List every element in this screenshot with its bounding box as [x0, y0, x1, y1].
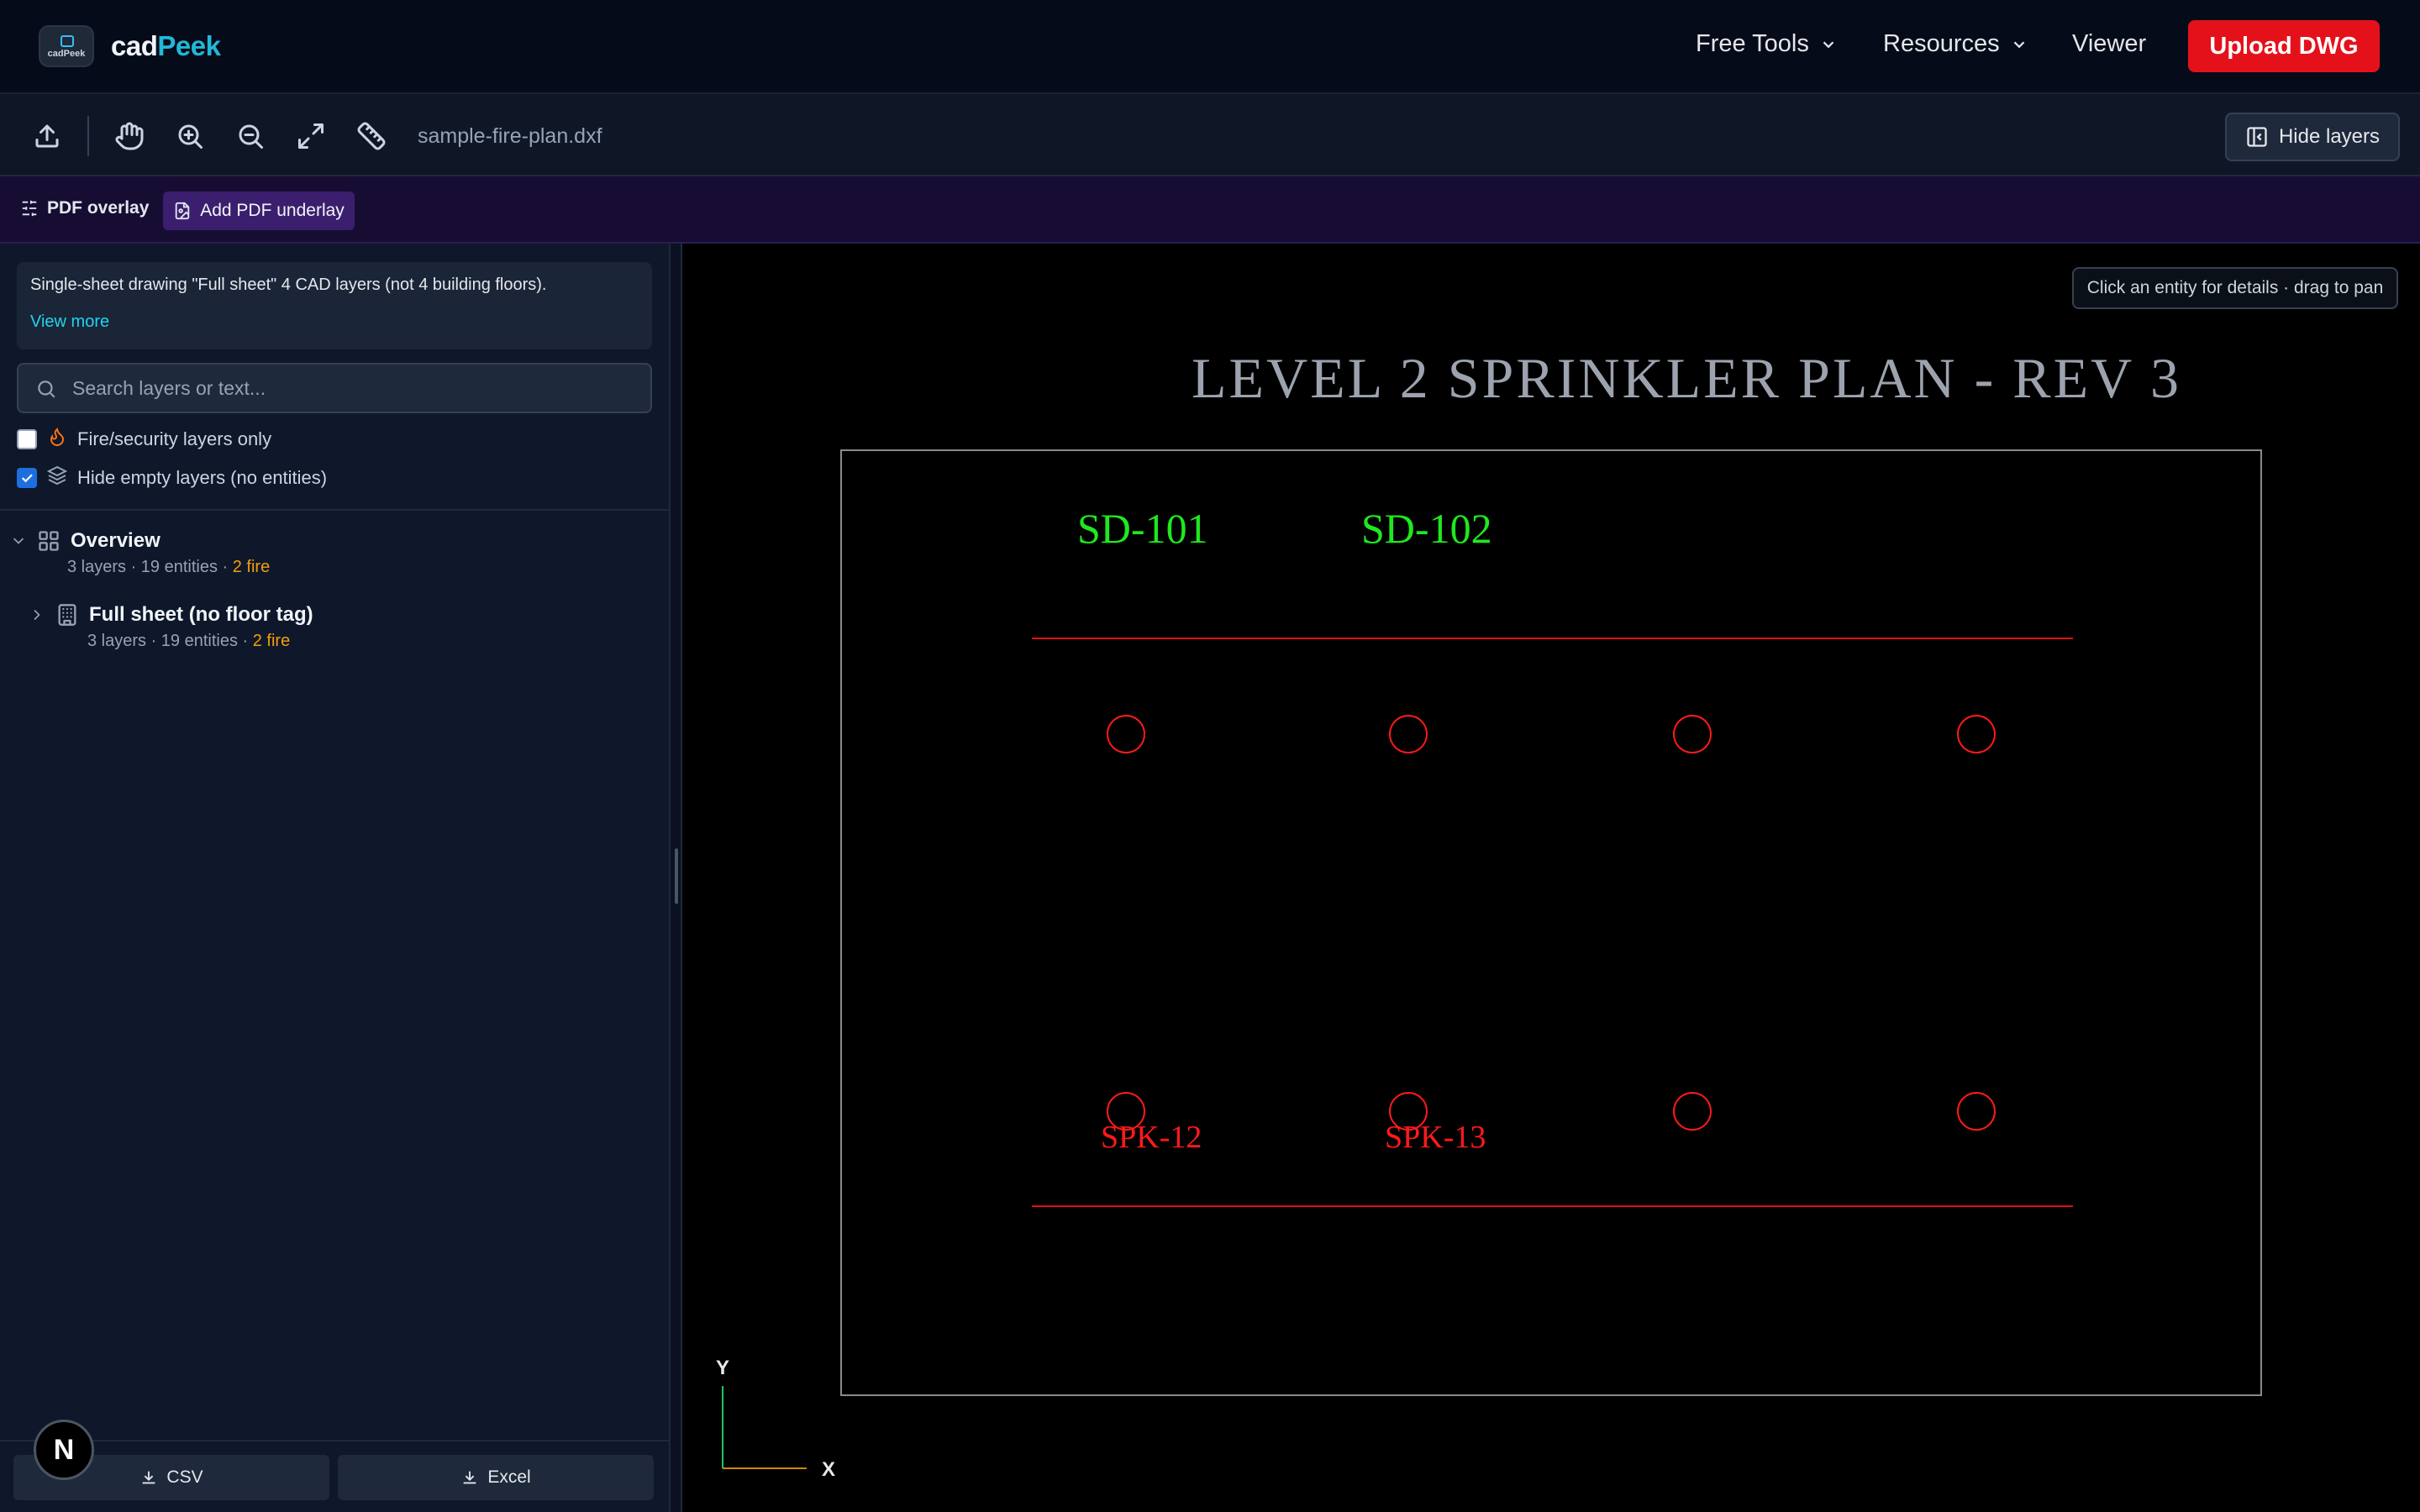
sprinkler-label[interactable]: SPK-13	[1385, 1120, 1486, 1155]
cad-canvas[interactable]: Click an entity for details · drag to pa…	[682, 244, 2420, 1512]
fit-expand-icon[interactable]	[296, 121, 326, 151]
tree-item-meta: 3 layers · 19 entities · 2 fire	[67, 558, 271, 576]
sidebar-resize-handle[interactable]	[669, 244, 682, 1512]
tree-item-full-sheet[interactable]: Full sheet (no floor tag)	[29, 603, 313, 627]
drawing-title[interactable]: LEVEL 2 SPRINKLER PLAN - REV 3	[1192, 346, 2181, 410]
add-pdf-underlay-button[interactable]: Add PDF underlay	[163, 192, 355, 230]
axis-x-label: X	[822, 1458, 835, 1481]
upload-icon[interactable]	[32, 121, 62, 151]
layers-icon	[46, 465, 68, 491]
viewer-toolbar: sample-fire-plan.dxf Hide layers	[0, 94, 2420, 176]
download-icon	[143, 1471, 155, 1484]
fire-filter-checkbox[interactable]	[17, 429, 37, 449]
axis-y-label: Y	[716, 1357, 729, 1379]
zoom-in-icon[interactable]	[175, 121, 205, 151]
hide-empty-label: Hide empty layers (no entities)	[77, 467, 328, 488]
sprinkler-head[interactable]	[1957, 715, 1996, 753]
top-navigation: cadPeek cadPeek Free Tools Resources Vie…	[0, 0, 2420, 94]
view-more-link[interactable]: View more	[30, 312, 109, 332]
sprinkler-head[interactable]	[1673, 1092, 1712, 1131]
hide-layers-button[interactable]: Hide layers	[2225, 113, 2400, 161]
tree-item-overview[interactable]: Overview	[10, 529, 160, 553]
sprinkler-head[interactable]	[1673, 715, 1712, 753]
nav-free-tools[interactable]: Free Tools	[1696, 30, 1838, 58]
nav-resources[interactable]: Resources	[1883, 30, 2028, 58]
panel-collapse-icon	[2247, 127, 2267, 147]
zoom-out-icon[interactable]	[235, 121, 266, 151]
sliders-icon	[22, 200, 37, 217]
export-bar: CSV Excel	[0, 1440, 669, 1512]
flame-icon	[47, 427, 67, 452]
dev-badge[interactable]: N	[34, 1420, 94, 1480]
toolbar-divider	[87, 116, 89, 156]
chevron-down-icon	[13, 538, 24, 544]
chevron-down-icon	[1823, 40, 1834, 48]
tree-item-meta: 3 layers · 19 entities · 2 fire	[87, 632, 291, 650]
file-name: sample-fire-plan.dxf	[418, 124, 602, 148]
cad-drawing[interactable]: LEVEL 2 SPRINKLER PLAN - REV 3 SD-101 SD…	[682, 244, 2420, 1512]
sprinkler-head[interactable]	[1957, 1092, 1996, 1131]
sprinkler-label[interactable]: SPK-12	[1101, 1120, 1202, 1155]
layers-sidebar: Single-sheet drawing "Full sheet" 4 CAD …	[0, 244, 669, 1512]
ruler-measure-icon[interactable]	[356, 121, 387, 151]
grid-icon	[39, 531, 59, 551]
upload-dwg-button[interactable]: Upload DWG	[2188, 20, 2380, 72]
filter-hide-empty[interactable]: Hide empty layers (no entities)	[17, 465, 327, 491]
fire-count: 2 fire	[252, 632, 291, 650]
pdf-overlay-toggle[interactable]: PDF overlay	[20, 198, 149, 218]
file-image-icon	[175, 202, 190, 220]
tree-item-title: Full sheet (no floor tag)	[89, 603, 313, 626]
smoke-detector-label[interactable]: SD-101	[1077, 505, 1208, 552]
hide-empty-checkbox[interactable]	[17, 468, 37, 488]
tree-item-title: Overview	[71, 529, 160, 552]
sprinkler-head[interactable]	[1389, 715, 1428, 753]
drawing-info-text: Single-sheet drawing "Full sheet" 4 CAD …	[30, 276, 547, 294]
fire-filter-label: Fire/security layers only	[77, 428, 272, 449]
export-excel-button[interactable]: Excel	[338, 1455, 654, 1500]
sprinkler-head[interactable]	[1107, 715, 1145, 753]
brand-name[interactable]: cadPeek	[111, 30, 221, 62]
building-icon	[58, 604, 76, 626]
drawing-info-card: Single-sheet drawing "Full sheet" 4 CAD …	[17, 262, 652, 349]
layer-search[interactable]	[17, 363, 652, 413]
chevron-down-icon	[2013, 40, 2024, 48]
hand-pan-icon[interactable]	[114, 121, 145, 151]
download-icon	[463, 1471, 476, 1484]
sheet-border[interactable]	[840, 449, 2262, 1396]
nav-viewer[interactable]: Viewer	[2072, 30, 2146, 58]
filter-fire-security[interactable]: Fire/security layers only	[17, 427, 271, 452]
chevron-right-icon	[34, 610, 40, 620]
pdf-bar: PDF overlay Add PDF underlay	[0, 176, 2420, 244]
logo-icon[interactable]: cadPeek	[39, 25, 94, 67]
smoke-detector-label[interactable]: SD-102	[1361, 505, 1492, 552]
sidebar-divider	[0, 509, 669, 511]
fire-count: 2 fire	[232, 558, 271, 576]
search-icon	[38, 381, 55, 398]
search-input[interactable]	[72, 373, 627, 403]
